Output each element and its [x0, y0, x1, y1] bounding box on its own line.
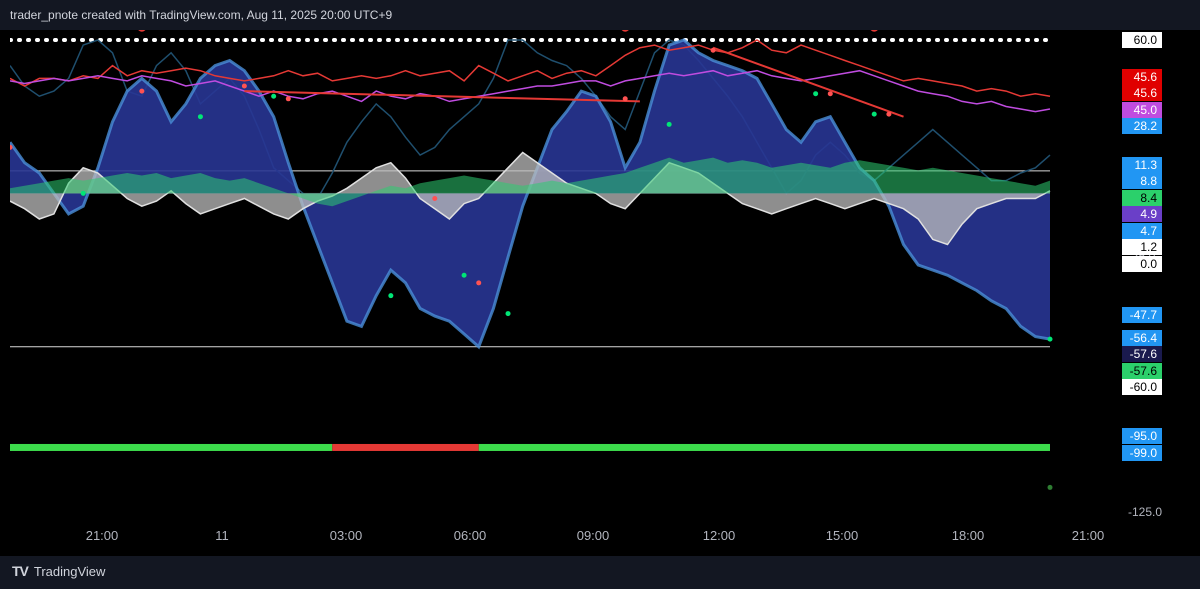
x-tick-label: 21:00 [1071, 528, 1105, 543]
price-badge: -56.4 [1122, 329, 1162, 346]
price-badge: 0.0 [1122, 255, 1162, 272]
price-badge: 1.2 [1122, 239, 1162, 255]
signal-marker [666, 121, 672, 127]
tradingview-logo[interactable]: TV TradingView [12, 563, 105, 579]
signal-marker [813, 91, 819, 97]
time-axis[interactable]: 21:00 11 03:00 06:00 09:00 12:00 15:00 18:00 21:… [10, 516, 1122, 556]
price-badge: 4.7 [1122, 222, 1162, 239]
signal-marker [138, 30, 146, 32]
signal-marker [241, 83, 247, 89]
status-bar-segment [332, 443, 479, 451]
x-tick-label: 11 [215, 528, 229, 543]
signal-marker [827, 91, 833, 97]
signal-marker [870, 30, 878, 32]
price-badge: 11.3 [1122, 156, 1162, 173]
price-badge: -60.0 [1122, 379, 1162, 396]
tradingview-logo-icon: TV [12, 563, 29, 579]
price-badge: 8.4 [1122, 189, 1162, 206]
signal-marker [1047, 336, 1053, 342]
price-badge: -95.0 [1122, 428, 1162, 445]
price-badge: 45.6 [1122, 85, 1162, 102]
signal-marker [432, 196, 438, 202]
x-tick-label: 21:00 [85, 528, 119, 543]
signal-marker [886, 111, 892, 117]
status-bar-segment [10, 443, 333, 451]
signal-marker [710, 47, 716, 53]
x-tick-label: 06:00 [453, 528, 487, 543]
signal-marker [388, 293, 394, 299]
signal-marker [461, 272, 467, 278]
signal-marker [197, 114, 203, 120]
chart-header: trader_pnote created with TradingView.co… [0, 0, 1200, 30]
signal-marker [505, 311, 511, 317]
status-bar-segment [478, 443, 1050, 451]
price-badge: -47.7 [1122, 307, 1162, 324]
signal-marker [871, 111, 877, 117]
x-tick-label: 09:00 [576, 528, 610, 543]
y-tick-label: -125.0 [1128, 505, 1163, 519]
signal-marker [80, 190, 86, 196]
signal-marker [1047, 484, 1053, 490]
price-badge: 45.6 [1122, 68, 1162, 85]
x-tick-label: 18:00 [951, 528, 985, 543]
chart-attribution-title: trader_pnote created with TradingView.co… [10, 8, 393, 22]
signal-marker [271, 93, 277, 99]
signal-marker [285, 96, 291, 102]
price-badge: -57.6 [1122, 346, 1162, 363]
x-tick-label: 12:00 [702, 528, 736, 543]
price-badge: -57.6 [1122, 362, 1162, 379]
x-tick-label: 15:00 [825, 528, 859, 543]
footer-bar: TV TradingView [0, 556, 1200, 589]
price-badge: 28.2 [1122, 118, 1162, 135]
brand-name: TradingView [33, 563, 106, 579]
indicator-chart[interactable] [10, 30, 1122, 516]
price-badge: 45.0 [1122, 101, 1162, 118]
chart-pane[interactable] [10, 30, 1122, 516]
signal-marker [621, 30, 629, 32]
signal-marker [622, 96, 628, 102]
signal-marker [139, 88, 145, 94]
price-badge: -99.0 [1122, 444, 1162, 461]
price-badge: 8.8 [1122, 173, 1162, 189]
signal-marker [476, 280, 482, 286]
price-badge: 4.9 [1122, 206, 1162, 222]
x-tick-label: 03:00 [329, 528, 363, 543]
price-badge: 60.0 [1122, 32, 1162, 48]
